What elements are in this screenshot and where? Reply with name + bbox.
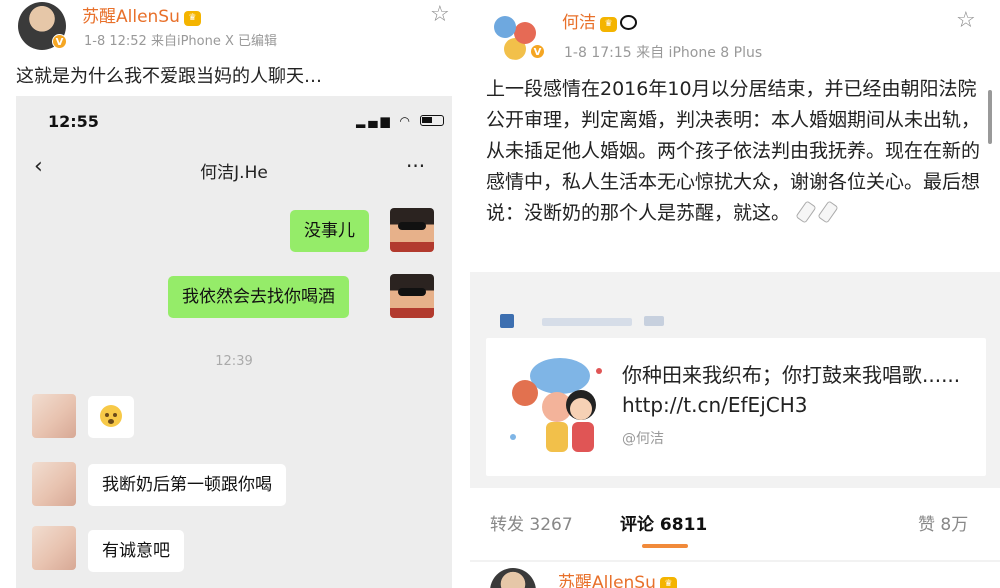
battery-icon (419, 115, 444, 126)
baby-bottle-icon (795, 200, 817, 224)
right-weibo-post: V 何洁 ♛ 1-8 17:15 来自 iPhone 8 Plus ☆ 上一段感情… (470, 0, 1000, 588)
active-tab-indicator (642, 544, 688, 548)
avatar-hands[interactable] (32, 462, 76, 506)
post-meta: 1-8 12:52 来自iPhone X 已编辑 (84, 34, 278, 49)
message-received: 有诚意吧 (88, 530, 184, 572)
verified-v-icon: V (52, 34, 67, 49)
chat-header: ‹ 何洁J.He ··· (16, 152, 452, 192)
wifi-icon: ◠ (399, 114, 413, 128)
chat-title: 何洁J.He (200, 163, 268, 183)
left-weibo-post: V 苏醒AllenSu ♛ 1-8 12:52 来自iPhone X 已编辑 ☆ … (0, 0, 470, 588)
star-outline-icon[interactable]: ☆ (956, 8, 976, 33)
baby-bottle-icon (817, 200, 839, 224)
message-received-emoji (88, 396, 134, 438)
post-body-text: 上一段感情在2016年10月以分居结束，并已经由朝阳法院公开审理，判定离婚，判决… (486, 78, 981, 224)
cartoon-thumbnail (506, 354, 610, 458)
post-card: V 何洁 ♛ 1-8 17:15 来自 iPhone 8 Plus ☆ 上一段感情… (470, 0, 1000, 272)
tab-like[interactable]: 赞 8万 (918, 510, 968, 535)
repost-label[interactable]: 转发 (490, 515, 524, 535)
message-sent: 我依然会去找你喝酒 (168, 276, 349, 318)
star-outline-icon[interactable]: ☆ (430, 2, 450, 27)
more-icon[interactable]: ··· (406, 154, 425, 178)
crown-icon: ♛ (183, 11, 201, 26)
repost-count[interactable]: 3267 (529, 515, 572, 535)
signal-icon: ▂▄▆ (356, 114, 393, 128)
comment-author[interactable]: 苏醒AllenSu ♛ (558, 568, 677, 588)
verified-v-icon: V (530, 44, 545, 59)
avatar-hands[interactable] (32, 394, 76, 438)
like-count[interactable]: 8万 (940, 515, 968, 535)
post-body: 上一段感情在2016年10月以分居结束，并已经由朝阳法院公开审理，判定离婚，判决… (486, 74, 986, 229)
avatar[interactable] (490, 568, 536, 588)
status-bar: 12:55 ▂▄▆ ◠ (16, 96, 452, 146)
avatar-cartoon[interactable] (390, 274, 434, 318)
flushed-emoji-icon (100, 405, 122, 427)
like-label[interactable]: 赞 (918, 515, 935, 535)
avatar-hands[interactable] (32, 526, 76, 570)
message-sent: 没事儿 (290, 210, 369, 252)
avatar-cartoon[interactable] (390, 208, 434, 252)
status-icons: ▂▄▆ ◠ (356, 114, 444, 128)
tab-repost[interactable]: 转发 3267 (490, 510, 573, 535)
crown-icon: ♛ (600, 17, 617, 32)
link-card-title[interactable]: 你种田来我织布；你打鼓来我唱歌...... http://t.cn/EfEjCH… (622, 360, 972, 420)
author-name[interactable]: 何洁 ♛ (562, 8, 637, 33)
chat-timestamp: 12:39 (215, 354, 253, 369)
author-name[interactable]: 苏醒AllenSu ♛ (82, 2, 201, 27)
post-stats-bar: 转发 3267 评论 6811 赞 8万 (470, 488, 1000, 560)
post-text: 这就是为什么我不爱跟当妈的人聊天… (16, 66, 322, 87)
link-card-author[interactable]: @何洁 (622, 428, 664, 448)
comment-author-text[interactable]: 苏醒AllenSu (558, 573, 656, 588)
panda-icon (620, 15, 637, 30)
screenshot-collage: V 苏醒AllenSu ♛ 1-8 12:52 来自iPhone X 已编辑 ☆ … (0, 0, 1000, 588)
comment-label[interactable]: 评论 (620, 515, 654, 535)
author-name-text[interactable]: 何洁 (562, 13, 596, 33)
author-name-text[interactable]: 苏醒AllenSu (82, 7, 180, 27)
wechat-screenshot: 12:55 ▂▄▆ ◠ ‹ 何洁J.He ··· 没事儿 我依然会去找你喝酒 1… (16, 96, 452, 588)
link-card[interactable]: 你种田来我织布；你打鼓来我唱歌...... http://t.cn/EfEjCH… (486, 338, 986, 476)
tab-comment[interactable]: 评论 6811 (620, 510, 707, 535)
comment-count[interactable]: 6811 (660, 515, 707, 535)
post-meta: 1-8 17:15 来自 iPhone 8 Plus (564, 45, 763, 61)
scrollbar[interactable] (988, 90, 992, 144)
comment-preview: 苏醒AllenSu ♛ (470, 562, 1000, 588)
status-clock: 12:55 (48, 112, 99, 131)
message-received: 我断奶后第一顿跟你喝 (88, 464, 286, 506)
crown-icon: ♛ (659, 577, 677, 588)
